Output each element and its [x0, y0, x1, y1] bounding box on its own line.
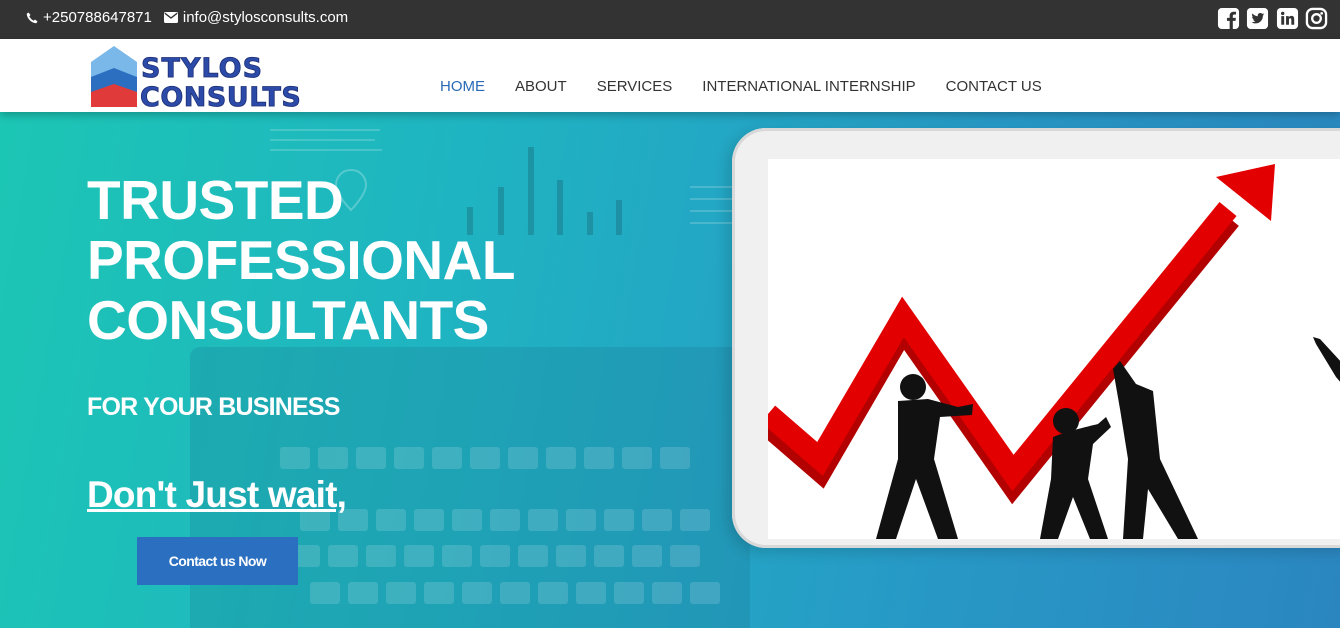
nav-item-international-internship[interactable]: INTERNATIONAL INTERNSHIP	[687, 78, 930, 95]
phone-number: +250788647871	[43, 9, 152, 26]
tablet-screen	[768, 159, 1340, 539]
email-link[interactable]: info@stylosconsults.com	[163, 9, 349, 26]
nav-item-services[interactable]: SERVICES	[582, 78, 688, 95]
nav-item-contact-us[interactable]: CONTACT US	[931, 78, 1057, 95]
envelope-icon	[163, 12, 178, 23]
facebook-icon[interactable]	[1217, 7, 1240, 30]
contact-us-now-button[interactable]: Contact us Now	[137, 537, 298, 585]
instagram-icon[interactable]	[1305, 7, 1328, 30]
nav-item-about[interactable]: ABOUT	[500, 78, 582, 95]
business-growth-illustration	[768, 164, 1340, 539]
hero-title-line-1: TRUSTED	[87, 169, 344, 231]
hero-title: TRUSTED PROFESSIONAL CONSULTANTS	[87, 170, 607, 350]
top-bar: +250788647871 info@stylosconsults.com	[0, 0, 1340, 39]
social-links	[1210, 7, 1328, 30]
hero-subtitle: FOR YOUR BUSINESS	[87, 393, 340, 421]
linkedin-icon[interactable]	[1276, 7, 1299, 30]
contact-info: +250788647871 info@stylosconsults.com	[26, 9, 360, 26]
phone-icon	[26, 12, 38, 23]
svg-text:CONSULTS: CONSULTS	[140, 82, 301, 110]
nav-menu: HOME ABOUT SERVICES INTERNATIONAL INTERN…	[425, 78, 1057, 95]
hero-title-line-2: PROFESSIONAL	[87, 229, 515, 291]
email-address: info@stylosconsults.com	[182, 9, 349, 26]
nav-item-home[interactable]: HOME	[425, 78, 500, 95]
hero-tagline-link[interactable]: Don't Just wait,	[87, 474, 347, 516]
main-navbar: STYLOS CONSULTS HOME ABOUT SERVICES INTE…	[0, 39, 1340, 112]
twitter-icon[interactable]	[1246, 7, 1269, 30]
stylos-consults-logo[interactable]: STYLOS CONSULTS	[90, 44, 316, 110]
phone-link[interactable]: +250788647871	[26, 9, 152, 26]
hero-title-line-3: CONSULTANTS	[87, 289, 489, 351]
svg-text:STYLOS: STYLOS	[141, 53, 263, 84]
